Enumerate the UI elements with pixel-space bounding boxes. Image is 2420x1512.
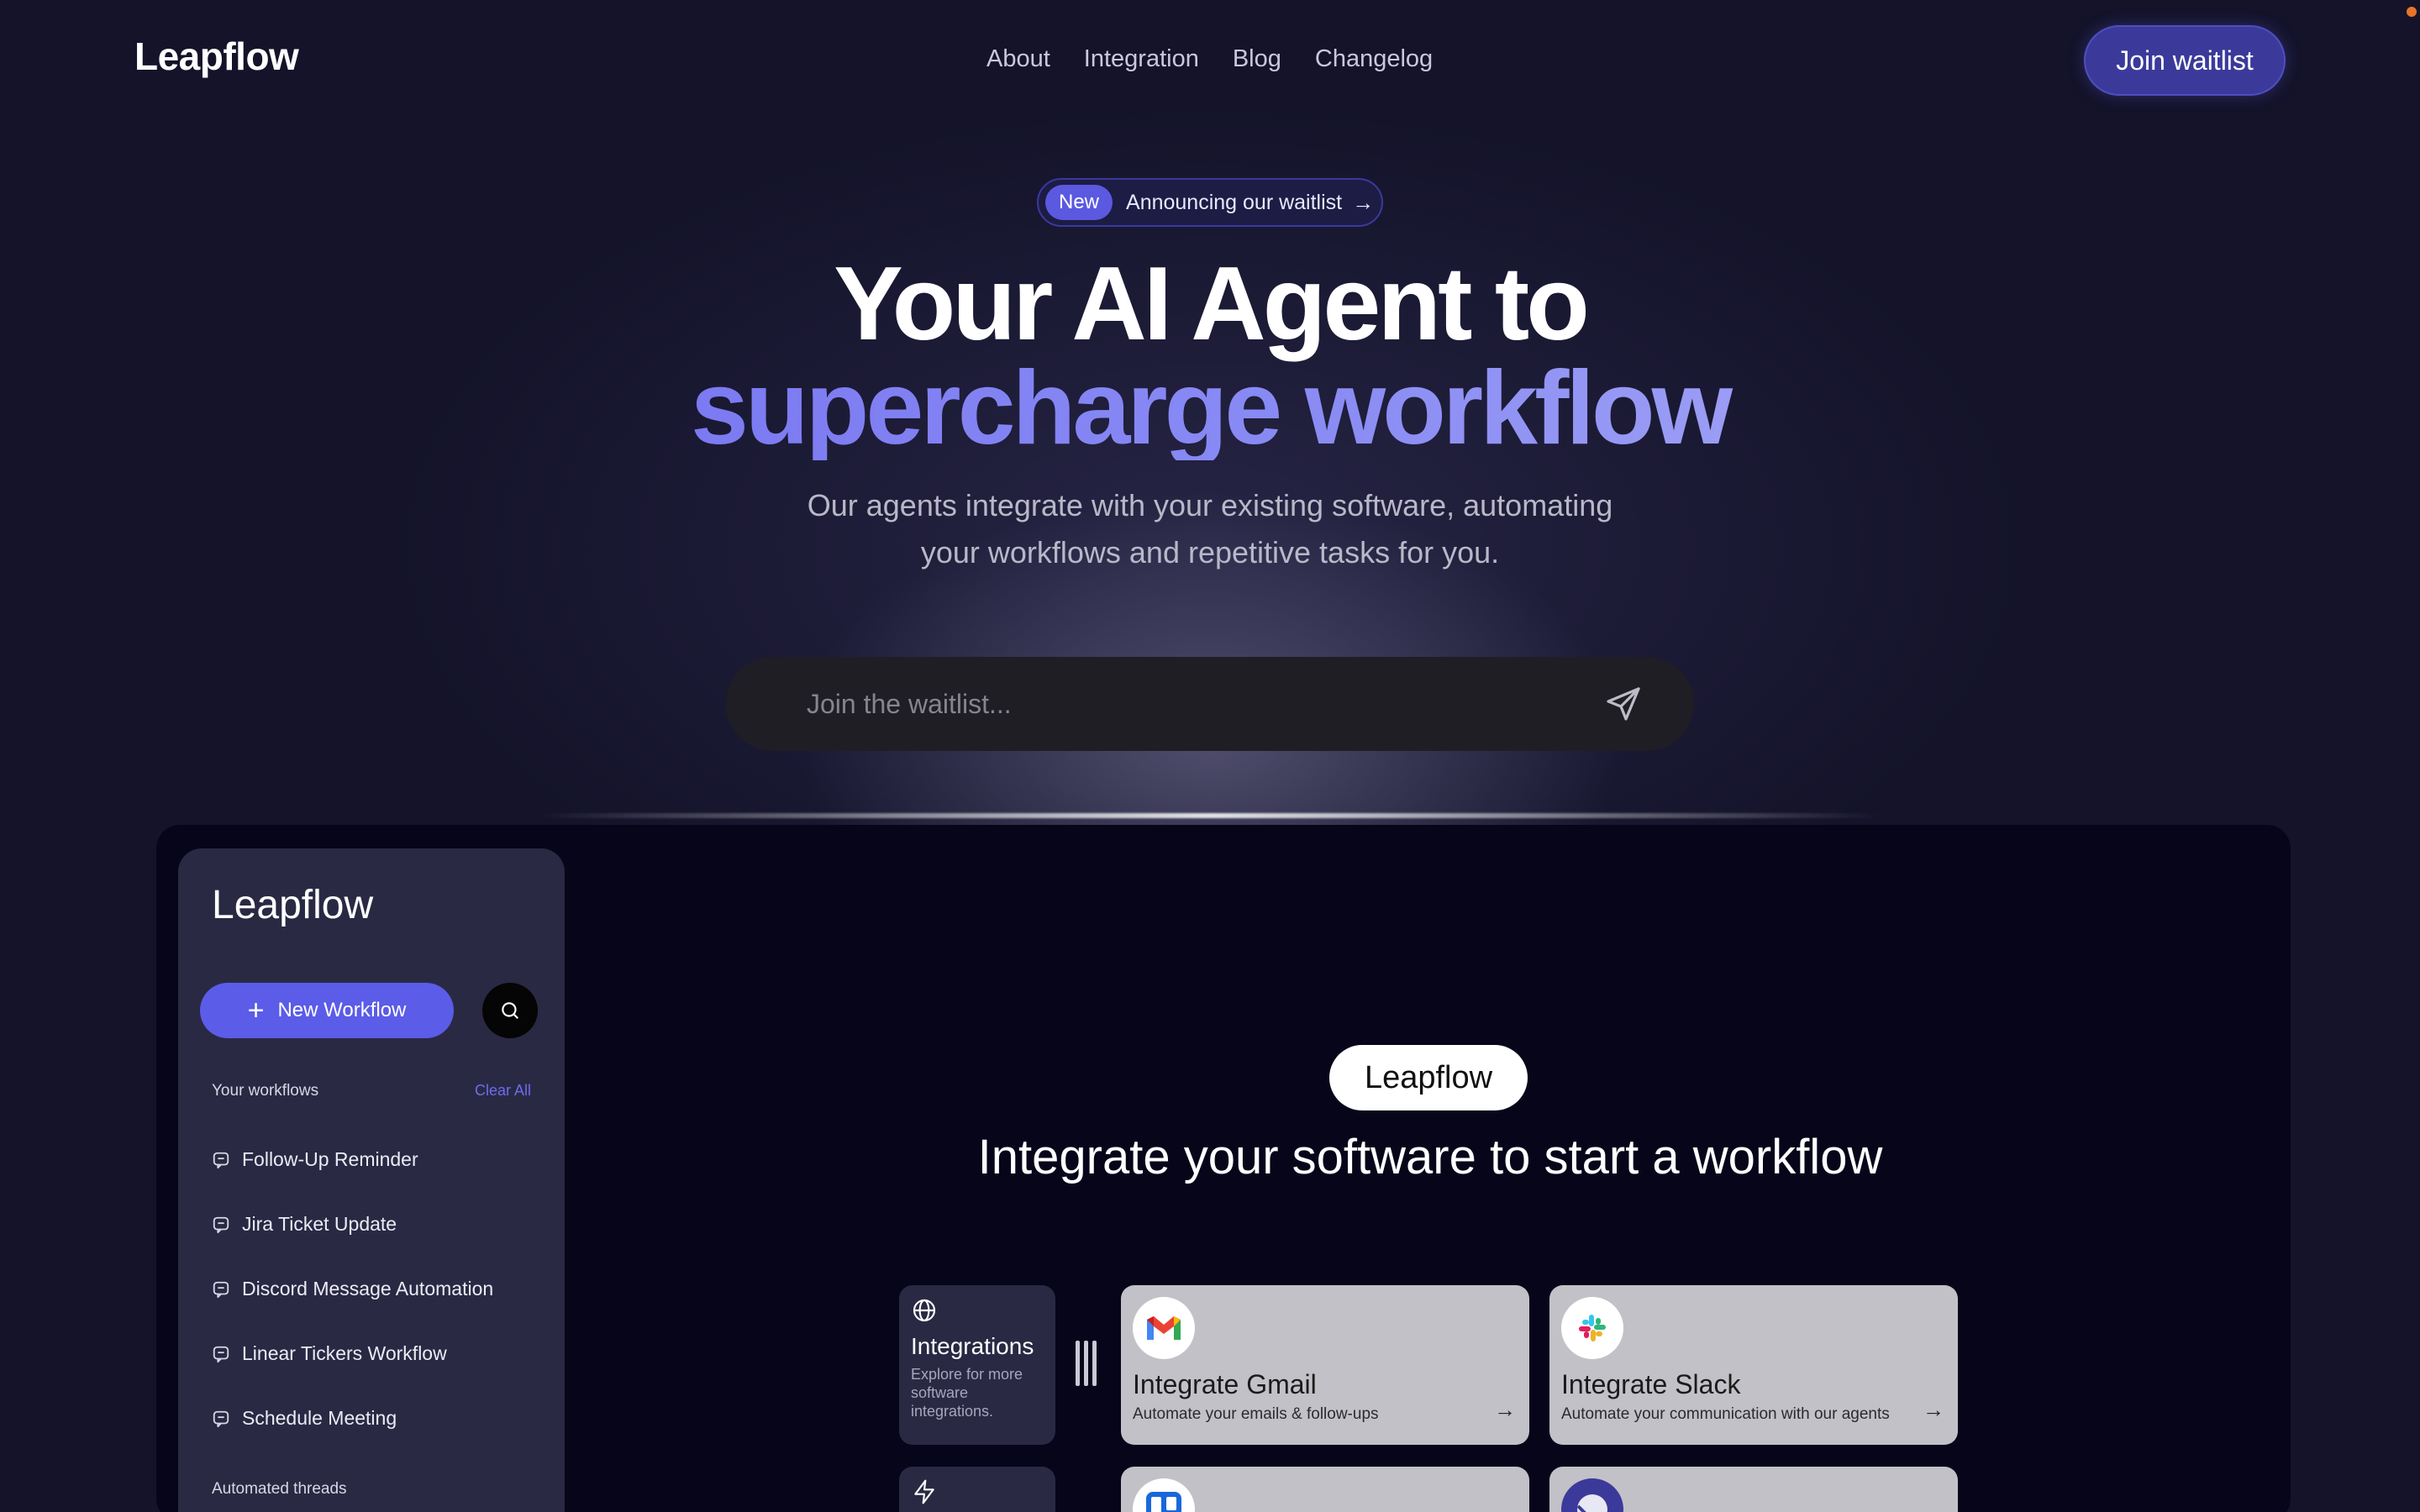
preview-brand-pill: Leapflow: [1329, 1045, 1528, 1110]
new-workflow-button[interactable]: + New Workflow: [200, 983, 454, 1038]
workflow-item-label: Follow-Up Reminder: [242, 1148, 418, 1170]
slack-card-tagline: Automate your communication with our age…: [1561, 1405, 1890, 1423]
workflow-item[interactable]: Jira Ticket Update: [212, 1192, 493, 1257]
workflow-item[interactable]: Discord Message Automation: [212, 1257, 493, 1321]
search-icon: [502, 1002, 518, 1019]
workflows-section-title: Your workflows: [212, 1082, 319, 1100]
preview-sidebar: Leapflow + New Workflow Your workflows C…: [178, 848, 565, 1512]
brand-logo[interactable]: Leapflow: [134, 34, 299, 79]
automation-card[interactable]: [899, 1467, 1055, 1512]
slack-card-title: Integrate Slack: [1561, 1369, 1741, 1399]
sidebar-brand: Leapflow: [212, 883, 374, 927]
workflow-item[interactable]: Linear Tickers Workflow: [212, 1321, 493, 1386]
lightning-icon: [914, 1479, 934, 1504]
hero-subtitle-line1: Our agents integrate with your existing …: [807, 488, 1613, 522]
chat-icon: [213, 1216, 229, 1233]
integrations-card[interactable]: Integrations Explore for more software i…: [899, 1285, 1055, 1445]
workflow-list: Follow-Up Reminder Jira Ticket Update Di…: [212, 1127, 493, 1451]
join-waitlist-button[interactable]: Join waitlist: [2084, 25, 2286, 96]
drag-handle[interactable]: [1076, 1341, 1097, 1386]
workflow-item-label: Schedule Meeting: [242, 1407, 397, 1429]
nav-link-about[interactable]: About: [986, 45, 1050, 73]
gmail-integration-card[interactable]: Integrate Gmail Automate your emails & f…: [1121, 1285, 1529, 1445]
slack-logo-icon: [1561, 1297, 1623, 1359]
clear-all-link[interactable]: Clear All: [475, 1082, 531, 1100]
app-preview: Leapflow + New Workflow Your workflows C…: [156, 825, 2291, 1512]
arrow-right-icon: →: [1352, 189, 1375, 215]
slack-integration-card[interactable]: Integrate Slack Automate your communicat…: [1549, 1285, 1958, 1445]
chat-icon: [213, 1346, 229, 1362]
nav-link-integration[interactable]: Integration: [1084, 45, 1199, 73]
divider-glow: [538, 813, 1882, 818]
hero-subtitle: Our agents integrate with your existing …: [756, 482, 1664, 576]
nav-link-changelog[interactable]: Changelog: [1315, 45, 1433, 73]
announcement-pill[interactable]: New Announcing our waitlist →: [1037, 178, 1383, 227]
trello-integration-card[interactable]: [1121, 1467, 1529, 1512]
gmail-logo-icon: [1133, 1297, 1195, 1359]
globe-icon: [913, 1299, 936, 1322]
sidebar-search-button[interactable]: [482, 983, 538, 1038]
announcement-text: Announcing our waitlist: [1126, 190, 1343, 214]
arrow-right-icon[interactable]: →: [1923, 1397, 1944, 1423]
gmail-card-title: Integrate Gmail: [1133, 1369, 1317, 1399]
nav-link-blog[interactable]: Blog: [1233, 45, 1281, 73]
chat-icon: [213, 1152, 229, 1168]
new-badge: New: [1045, 185, 1113, 220]
linear-integration-card[interactable]: [1549, 1467, 1958, 1512]
trello-logo-icon: [1133, 1478, 1195, 1512]
chat-icon: [213, 1410, 229, 1427]
new-workflow-label: New Workflow: [277, 999, 407, 1021]
hero-subtitle-line2: your workflows and repetitive tasks for …: [920, 535, 1500, 570]
plus-icon: +: [247, 995, 265, 1026]
workflow-item[interactable]: Follow-Up Reminder: [212, 1127, 493, 1192]
workflow-item[interactable]: Schedule Meeting: [212, 1386, 493, 1451]
workflow-item-label: Linear Tickers Workflow: [242, 1342, 447, 1364]
workflow-item-label: Discord Message Automation: [242, 1278, 494, 1299]
arrow-right-icon[interactable]: →: [1494, 1397, 1516, 1423]
status-dot: [2407, 7, 2417, 17]
linear-logo-icon: [1561, 1478, 1623, 1512]
workflow-item-label: Jira Ticket Update: [242, 1213, 397, 1235]
hero-title-line1: Your AI Agent to: [834, 246, 1590, 362]
waitlist-email-input[interactable]: [807, 688, 1603, 720]
integrations-heading: Integrate your software to start a workf…: [977, 1130, 1883, 1184]
send-icon[interactable]: [1603, 684, 1644, 724]
hero-title-line2: supercharge workflow: [0, 356, 2420, 460]
gmail-card-tagline: Automate your emails & follow-ups: [1133, 1405, 1379, 1423]
waitlist-form: [726, 657, 1694, 751]
chat-icon: [213, 1281, 229, 1298]
integrations-card-desc: Explore for more software integrations.: [911, 1366, 1023, 1420]
integrations-card-title: Integrations: [911, 1333, 1034, 1359]
automated-threads-title: Automated threads: [212, 1480, 347, 1498]
main-nav: About Integration Blog Changelog: [986, 45, 1433, 73]
